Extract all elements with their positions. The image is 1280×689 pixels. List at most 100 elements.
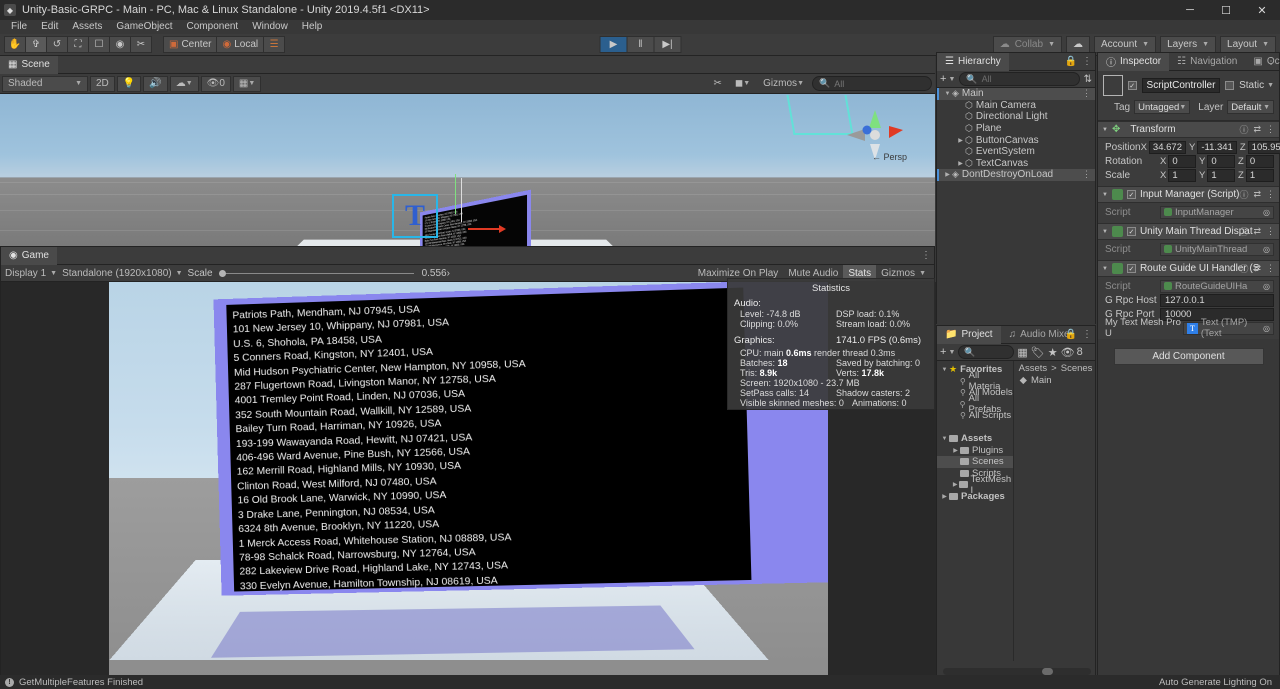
transform-scale-z-input[interactable]: 1: [1245, 168, 1274, 182]
chevron-right-icon[interactable]: ▶: [951, 481, 959, 488]
component-enabled-checkbox[interactable]: ✓: [1126, 190, 1136, 199]
collapse-triangle-icon[interactable]: ▼: [1102, 229, 1108, 235]
hierarchy-sort-icon[interactable]: ⇅: [1084, 74, 1092, 85]
context-menu-icon[interactable]: ⋮: [1266, 263, 1275, 274]
maximize-button[interactable]: ☐: [1208, 0, 1244, 20]
object-picker-icon[interactable]: ◎: [1263, 324, 1270, 333]
static-checkbox[interactable]: [1225, 81, 1235, 90]
help-icon[interactable]: ⓘ: [1239, 262, 1248, 275]
menu-component[interactable]: Component: [180, 20, 246, 34]
project-tree-item-textmesh-i[interactable]: ▶ TextMesh I: [937, 474, 1013, 496]
hierarchy-item-dontdestroyonload[interactable]: ▶ ◈ DontDestroyOnLoad ⋮: [937, 169, 1095, 181]
component-enabled-checkbox[interactable]: ✓: [1126, 264, 1136, 273]
object-picker-icon[interactable]: ◎: [1263, 245, 1270, 254]
transform-position-y-input[interactable]: -11.341: [1197, 140, 1237, 154]
rect-tool-icon[interactable]: ☐: [88, 36, 110, 53]
status-message[interactable]: GetMultipleFeatures Finished: [19, 677, 143, 688]
search-by-type-icon[interactable]: ▦: [1017, 346, 1027, 359]
transform-rotation-z-input[interactable]: 0: [1245, 154, 1274, 168]
transform-scale-y-input[interactable]: 1: [1207, 168, 1235, 182]
object-picker-icon[interactable]: ◎: [1263, 208, 1270, 217]
add-component-button[interactable]: Add Component: [1113, 348, 1264, 365]
input-manager-script-component-header[interactable]: ▼ ✓ Input Manager (Script) ⓘ ⇄ ⋮: [1098, 186, 1279, 203]
hand-tool-icon[interactable]: ✋: [4, 36, 26, 53]
unity-main-thread-dispat-component-header[interactable]: ▼ ✓ Unity Main Thread Dispat ⓘ ⇄ ⋮: [1098, 223, 1279, 240]
collab-button[interactable]: ☁ Collab ▼: [992, 36, 1062, 53]
lock-icon[interactable]: 🔒: [1065, 329, 1077, 340]
snap-icon[interactable]: ☰: [263, 36, 286, 53]
rotate-tool-icon[interactable]: ↺: [46, 36, 68, 53]
project-tree-item-all-scripts[interactable]: ⚲ All Scripts: [937, 410, 1013, 422]
hierarchy-item-menu-icon[interactable]: ⋮: [1082, 88, 1091, 99]
hierarchy-item-textcanvas[interactable]: ▶ ⬡ TextCanvas: [937, 158, 1095, 170]
menu-window[interactable]: Window: [245, 20, 295, 34]
help-icon[interactable]: ⓘ: [1239, 225, 1248, 238]
account-button[interactable]: Account ▼: [1094, 36, 1157, 53]
route-guide-script-field[interactable]: RouteGuideUIHa ◎: [1160, 279, 1274, 293]
project-scrollbar-track[interactable]: [943, 668, 1091, 675]
project-tree-item-packages[interactable]: ▶ Packages: [937, 491, 1013, 503]
object-picker-icon[interactable]: ◎: [1263, 282, 1270, 291]
inspector-menu-icon[interactable]: ⋮: [1266, 56, 1276, 67]
menu-file[interactable]: File: [4, 20, 34, 34]
scale-slider-track[interactable]: [218, 269, 414, 277]
game-tab-menu[interactable]: ⋮: [921, 250, 931, 261]
component-enabled-checkbox[interactable]: ✓: [1126, 227, 1136, 236]
chevron-right-icon[interactable]: ▶: [956, 137, 965, 144]
chevron-right-icon[interactable]: ▶: [956, 160, 965, 167]
custom-tool-icon[interactable]: ✂: [130, 36, 152, 53]
tab-scene[interactable]: ▦ Scene: [0, 55, 58, 74]
layers-button[interactable]: Layers ▼: [1160, 36, 1217, 53]
hidden-packages-toggle[interactable]: 👁 8: [1061, 346, 1083, 359]
hierarchy-list[interactable]: ▼ ◈ Main ⋮ ⬡ Main Camera ⬡ Directional Light ⬡ Pl…: [937, 88, 1095, 326]
step-button[interactable]: ▶|: [653, 36, 682, 53]
project-scrollbar-thumb[interactable]: [1042, 668, 1053, 675]
layout-button[interactable]: Layout ▼: [1220, 36, 1276, 53]
project-menu-icon[interactable]: ⋮: [1082, 329, 1092, 340]
favorites-filter-icon[interactable]: ★: [1048, 346, 1058, 359]
transform-scale-x-input[interactable]: 1: [1168, 168, 1196, 182]
scale-slider[interactable]: Scale 0.556›: [188, 268, 450, 279]
lock-icon[interactable]: 🔒: [1065, 56, 1077, 67]
scene-canvas[interactable]: Patriots Path, Mendham, NJ 07945, USA 101…: [0, 94, 935, 246]
project-tree[interactable]: ▼ ★ Favorites ⚲ All Materia ⚲ All Models ⚲ All P…: [937, 361, 1014, 661]
scale-slider-knob[interactable]: [218, 269, 226, 277]
static-dropdown[interactable]: Static ▼: [1239, 80, 1274, 91]
grid-icon[interactable]: ▦ ▼: [232, 75, 262, 92]
tab-game[interactable]: ◉ Game: [1, 246, 57, 265]
transform-tool-icon[interactable]: ◉: [109, 36, 131, 53]
script-field[interactable]: UnityMainThread ◎: [1160, 242, 1274, 256]
tab-project[interactable]: 📁 Project: [937, 325, 1001, 344]
close-button[interactable]: ✕: [1244, 0, 1280, 20]
2d-toggle-button[interactable]: 2D: [90, 75, 115, 92]
resolution-dropdown[interactable]: Standalone (1920x1080) ▼: [62, 268, 182, 279]
scene-tools-icon[interactable]: ✂: [709, 76, 727, 92]
chevron-down-icon[interactable]: ▼: [940, 367, 949, 373]
project-content-item[interactable]: ◆ Main: [1014, 375, 1098, 387]
minimize-button[interactable]: ─: [1172, 0, 1208, 20]
gizmos-dropdown[interactable]: Gizmos ▼: [758, 76, 809, 92]
shading-mode-dropdown[interactable]: Shaded ▼: [2, 75, 88, 92]
pause-button[interactable]: ‖: [626, 36, 655, 53]
hierarchy-search-input[interactable]: 🔍 All: [959, 72, 1080, 86]
hierarchy-item-eventsystem[interactable]: ⬡ EventSystem: [937, 146, 1095, 158]
help-icon[interactable]: ⓘ: [1239, 188, 1248, 201]
preset-icon[interactable]: ⇄: [1253, 226, 1261, 237]
display-dropdown[interactable]: Display 1 ▼: [5, 268, 57, 279]
cloud-button[interactable]: ☁: [1066, 36, 1090, 53]
hierarchy-item-plane[interactable]: ⬡ Plane: [937, 123, 1095, 135]
context-menu-icon[interactable]: ⋮: [1266, 124, 1275, 135]
perspective-label[interactable]: ← Persp: [872, 152, 907, 162]
text-mesh-pro-field[interactable]: T Text (TMP) (Text ◎: [1183, 317, 1274, 339]
search-by-label-icon[interactable]: 🏷: [1031, 346, 1045, 359]
chevron-right-icon[interactable]: ▶: [940, 493, 949, 500]
collapse-triangle-icon[interactable]: ▼: [1102, 266, 1108, 272]
project-search-input[interactable]: 🔍: [958, 345, 1015, 359]
transform-position-z-input[interactable]: 105.95: [1247, 140, 1280, 154]
text-object-gizmo-icon[interactable]: T: [392, 194, 438, 238]
transform-position-x-input[interactable]: 34.672: [1148, 140, 1186, 154]
project-tree-item-scenes[interactable]: Scenes: [937, 456, 1013, 468]
chevron-right-icon[interactable]: ▶: [951, 447, 960, 454]
hierarchy-menu-icon[interactable]: ⋮: [1082, 56, 1092, 67]
preset-icon[interactable]: ⇄: [1253, 263, 1261, 274]
